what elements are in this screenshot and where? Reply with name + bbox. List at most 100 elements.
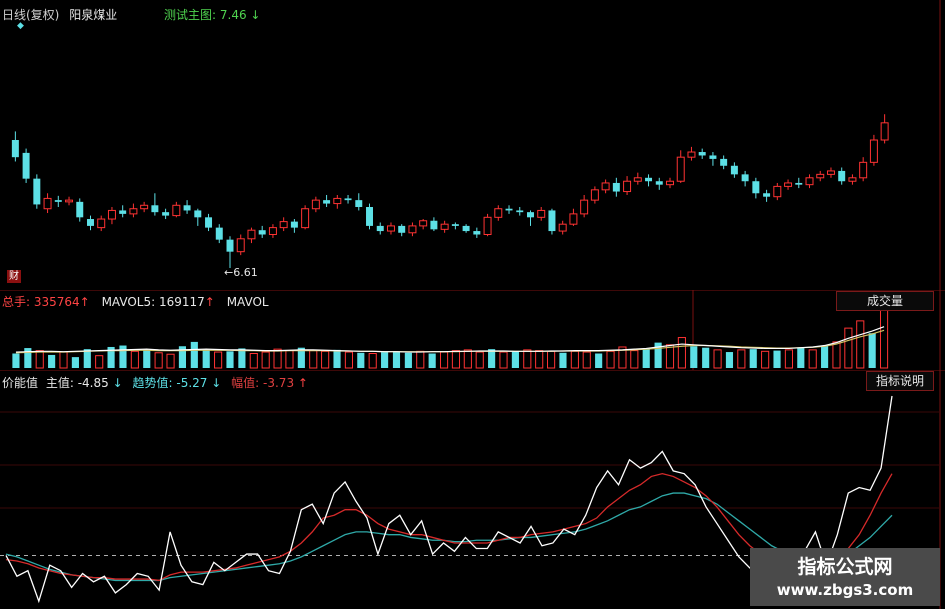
volume-bar — [214, 351, 223, 369]
amplitude-label: 幅值: — [231, 376, 260, 390]
volume-bar — [439, 351, 449, 369]
main-chart-panel[interactable]: 日线(复权) 阳泉煤业 测试主图: 7.46 ↓ ◆ ←6.61 财 — [0, 0, 945, 290]
volume-bar — [321, 350, 330, 369]
indicator-legend: 价能值 主值: -4.85 ↓ 趋势值: -5.27 ↓ 幅值: -3.73 ↑ — [2, 374, 308, 391]
volume-legend: 总手: 335764↑ MAVOL5: 169117↑ MAVOL — [2, 293, 273, 310]
volume-bar — [582, 351, 591, 369]
volume-bar — [202, 349, 210, 368]
volume-bar — [428, 353, 436, 368]
volume-bar — [392, 351, 401, 368]
candle-body — [623, 180, 632, 193]
volume-bar — [35, 350, 44, 369]
candle-body — [752, 181, 760, 194]
candle-body — [408, 225, 417, 234]
amplitude-value: -3.73 — [263, 376, 295, 390]
candle-body — [215, 227, 223, 240]
volume-bar — [404, 352, 412, 368]
volume-bar — [166, 353, 175, 369]
candle-body — [247, 229, 256, 240]
indicator-help-button[interactable]: 指标说明 — [866, 371, 934, 391]
candle-body — [226, 239, 234, 252]
candle-body — [419, 220, 428, 227]
candle-body — [687, 151, 696, 158]
candle-body — [290, 221, 298, 228]
amplitude-arrow: ↑ — [297, 376, 308, 390]
candle-body — [205, 217, 213, 228]
volume-indicator-button[interactable]: 成交量 — [836, 291, 934, 311]
volume-bar — [488, 349, 496, 368]
candle-body — [548, 210, 556, 232]
candle-body — [22, 152, 30, 179]
volume-bar — [630, 350, 639, 369]
candle-body — [376, 225, 384, 232]
candlestick-chart[interactable] — [0, 0, 945, 290]
period-label[interactable]: 日线(复权) — [2, 8, 59, 22]
volume-bar — [559, 352, 567, 368]
volume-bar — [665, 344, 675, 369]
test-arrow: ↓ — [250, 8, 261, 22]
candle-body — [54, 200, 62, 202]
watermark-title: 指标公式网 — [797, 556, 893, 578]
volume-bar — [677, 337, 686, 369]
volume-bar — [475, 351, 484, 369]
candle-body — [386, 225, 395, 232]
candle-body — [451, 224, 459, 226]
volume-bar — [95, 355, 104, 369]
candle-body — [65, 199, 74, 203]
test-main-indicator: 测试主图: 7.46 ↓ — [164, 6, 260, 23]
candle-body — [655, 181, 663, 185]
candle-body — [612, 182, 620, 192]
candle-body — [430, 220, 438, 230]
candle-body — [601, 182, 610, 191]
volume-bar — [547, 350, 556, 369]
volume-bar — [463, 349, 472, 369]
volume-bar — [511, 351, 519, 368]
candle-body — [590, 189, 599, 201]
main-value: -4.85 — [77, 376, 109, 390]
finance-badge[interactable]: 财 — [7, 270, 21, 283]
candle-body — [730, 165, 738, 175]
watermark: 指标公式网 www.zbgs3.com — [750, 548, 940, 606]
candle-body — [537, 209, 546, 218]
candle-body — [795, 182, 803, 185]
candle-body — [140, 204, 149, 210]
candle-body — [183, 205, 191, 211]
candle-body — [527, 212, 534, 218]
volume-bar — [154, 352, 163, 369]
volume-bar — [190, 341, 198, 368]
volume-bar — [713, 349, 722, 369]
volume-bar — [879, 309, 889, 369]
candle-body — [826, 170, 835, 175]
volume-bar — [570, 350, 579, 369]
candle-body — [323, 200, 331, 204]
mavol5-label: MAVOL5: 169117 — [101, 295, 205, 309]
candle-body — [698, 152, 706, 156]
candle-body — [366, 207, 373, 226]
candle-body — [633, 177, 642, 182]
volume-bar — [690, 346, 698, 368]
indicator-name: 价能值 — [2, 376, 39, 390]
watermark-url: www.zbgs3.com — [776, 581, 914, 599]
candle-body — [805, 177, 814, 186]
volume-bar — [499, 351, 508, 369]
candle-body — [859, 161, 868, 179]
candle-body — [580, 199, 589, 215]
candle-body — [494, 208, 503, 218]
volume-bar — [344, 351, 353, 369]
volume-bar — [249, 353, 258, 369]
volume-bar — [309, 350, 318, 369]
volume-bar — [702, 347, 710, 368]
stock-name: 阳泉煤业 — [69, 8, 118, 22]
volume-bar — [797, 347, 805, 368]
candle-body — [344, 198, 352, 201]
candle-body — [311, 199, 320, 210]
candle-body — [162, 212, 170, 216]
volume-bar — [761, 350, 770, 369]
trend-value-label: 趋势值: — [132, 376, 173, 390]
volume-bar — [773, 350, 781, 368]
candle-body — [129, 208, 138, 215]
volume-bar — [143, 349, 151, 368]
volume-panel[interactable]: 总手: 335764↑ MAVOL5: 169117↑ MAVOL 成交量 — [0, 290, 945, 370]
candle-body — [43, 197, 52, 210]
candle-body — [645, 177, 653, 182]
